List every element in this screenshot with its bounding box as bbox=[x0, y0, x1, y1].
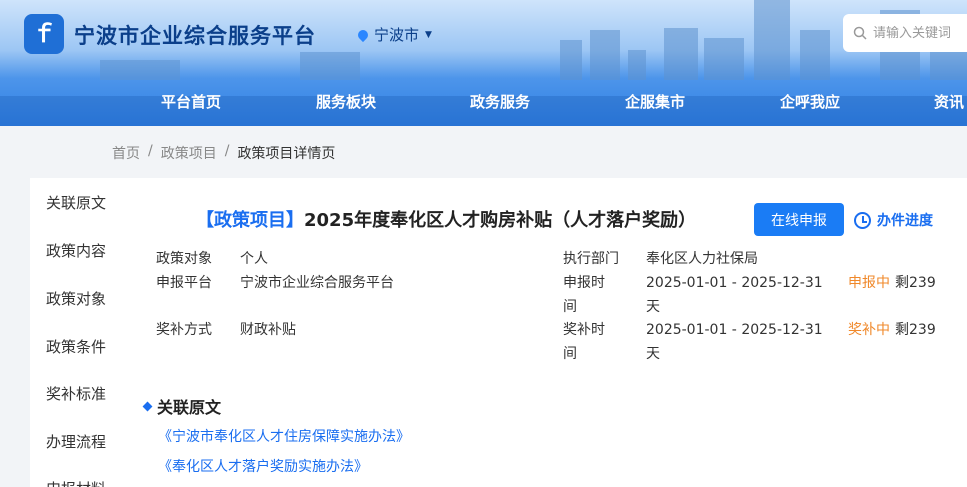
target-label: 政策对象 bbox=[156, 251, 212, 267]
policy-tag: 【政策项目】 bbox=[196, 210, 304, 231]
award-time-label: 奖补时 bbox=[563, 322, 605, 338]
apply-time-label: 申报时 bbox=[563, 275, 605, 291]
target-value: 个人 bbox=[240, 251, 268, 267]
breadcrumb-policy-projects[interactable]: 政策项目 bbox=[161, 143, 217, 163]
apply-time-day: 天 bbox=[646, 299, 660, 315]
nav-government[interactable]: 政务服务 bbox=[470, 78, 530, 126]
sidenav-materials[interactable]: 申报材料 bbox=[30, 478, 122, 487]
related-docs-title: 关联原文 bbox=[157, 398, 222, 417]
dept-label: 执行部门 bbox=[563, 251, 619, 267]
sidenav-policy-content[interactable]: 政策内容 bbox=[30, 240, 122, 261]
site-logo[interactable]: ｆ bbox=[24, 14, 64, 54]
progress-label: 办件进度 bbox=[877, 213, 933, 229]
method-value: 财政补贴 bbox=[240, 322, 296, 338]
award-status-badge: 奖补中 bbox=[848, 322, 890, 338]
breadcrumb-separator: / bbox=[224, 143, 230, 159]
award-remaining: 剩239 bbox=[895, 322, 936, 338]
diamond-bullet-icon bbox=[142, 401, 153, 411]
caret-down-icon: ▼ bbox=[425, 29, 432, 40]
section-sidenav: 关联原文 政策内容 政策对象 政策条件 奖补标准 办理流程 申报材料 bbox=[30, 178, 122, 487]
clock-icon bbox=[854, 211, 871, 229]
search-input[interactable] bbox=[873, 25, 967, 41]
breadcrumb-separator: / bbox=[148, 143, 153, 159]
apply-time-label-cont: 间 bbox=[563, 299, 577, 315]
city-selector[interactable]: 宁波市 ▼ bbox=[355, 24, 432, 45]
breadcrumb: 首页 / 政策项目 / 政策项目详情页 bbox=[112, 143, 335, 163]
apply-online-button[interactable]: 在线申报 bbox=[754, 203, 844, 236]
method-label: 奖补方式 bbox=[156, 322, 212, 338]
apply-remaining: 剩239 bbox=[895, 275, 936, 291]
location-pin-icon bbox=[355, 27, 371, 42]
sidenav-award-standard[interactable]: 奖补标准 bbox=[30, 383, 122, 404]
related-docs-heading: 关联原文 bbox=[142, 394, 222, 418]
related-doc-link[interactable]: 《奉化区人才落户奖励实施办法》 bbox=[158, 456, 368, 476]
nav-services[interactable]: 服务板块 bbox=[316, 78, 376, 126]
breadcrumb-home[interactable]: 首页 bbox=[112, 143, 140, 163]
nav-home[interactable]: 平台首页 bbox=[161, 78, 221, 126]
policy-title-text: 2025年度奉化区人才购房补贴（人才落户奖励） bbox=[304, 210, 697, 231]
sidenav-policy-target[interactable]: 政策对象 bbox=[30, 288, 122, 309]
policy-detail-panel: 【政策项目】2025年度奉化区人才购房补贴（人才落户奖励） 在线申报 办件进度 … bbox=[122, 178, 967, 487]
search-box[interactable] bbox=[843, 14, 967, 52]
apply-status-badge: 申报中 bbox=[848, 275, 890, 291]
city-label: 宁波市 bbox=[374, 26, 420, 44]
nav-response[interactable]: 企呼我应 bbox=[780, 78, 840, 126]
related-doc-link[interactable]: 《宁波市奉化区人才住房保障实施办法》 bbox=[158, 426, 410, 446]
site-title[interactable]: 宁波市企业综合服务平台 bbox=[74, 20, 316, 50]
award-time-day: 天 bbox=[646, 346, 660, 362]
site-header: ｆ 宁波市企业综合服务平台 宁波市 ▼ 平台首页 服务板块 政务服务 企服集市 … bbox=[0, 0, 967, 126]
sidenav-related-docs[interactable]: 关联原文 bbox=[30, 192, 122, 213]
apply-time-value: 2025-01-01 - 2025-12-31 bbox=[646, 275, 823, 291]
breadcrumb-current: 政策项目详情页 bbox=[237, 146, 336, 162]
progress-link[interactable]: 办件进度 bbox=[854, 210, 933, 230]
award-time-value: 2025-01-01 - 2025-12-31 bbox=[646, 322, 823, 338]
platform-label: 申报平台 bbox=[156, 275, 212, 291]
sidenav-process[interactable]: 办理流程 bbox=[30, 431, 122, 452]
search-icon bbox=[853, 26, 867, 40]
award-time-label-cont: 间 bbox=[563, 346, 577, 362]
policy-title: 【政策项目】2025年度奉化区人才购房补贴（人才落户奖励） bbox=[196, 206, 696, 232]
nav-market[interactable]: 企服集市 bbox=[625, 78, 685, 126]
main-nav: 平台首页 服务板块 政务服务 企服集市 企呼我应 资讯 bbox=[0, 78, 967, 126]
dept-value: 奉化区人力社保局 bbox=[646, 251, 758, 267]
nav-news[interactable]: 资讯 bbox=[934, 78, 964, 126]
platform-value: 宁波市企业综合服务平台 bbox=[240, 275, 394, 291]
sidenav-policy-conditions[interactable]: 政策条件 bbox=[30, 336, 122, 357]
